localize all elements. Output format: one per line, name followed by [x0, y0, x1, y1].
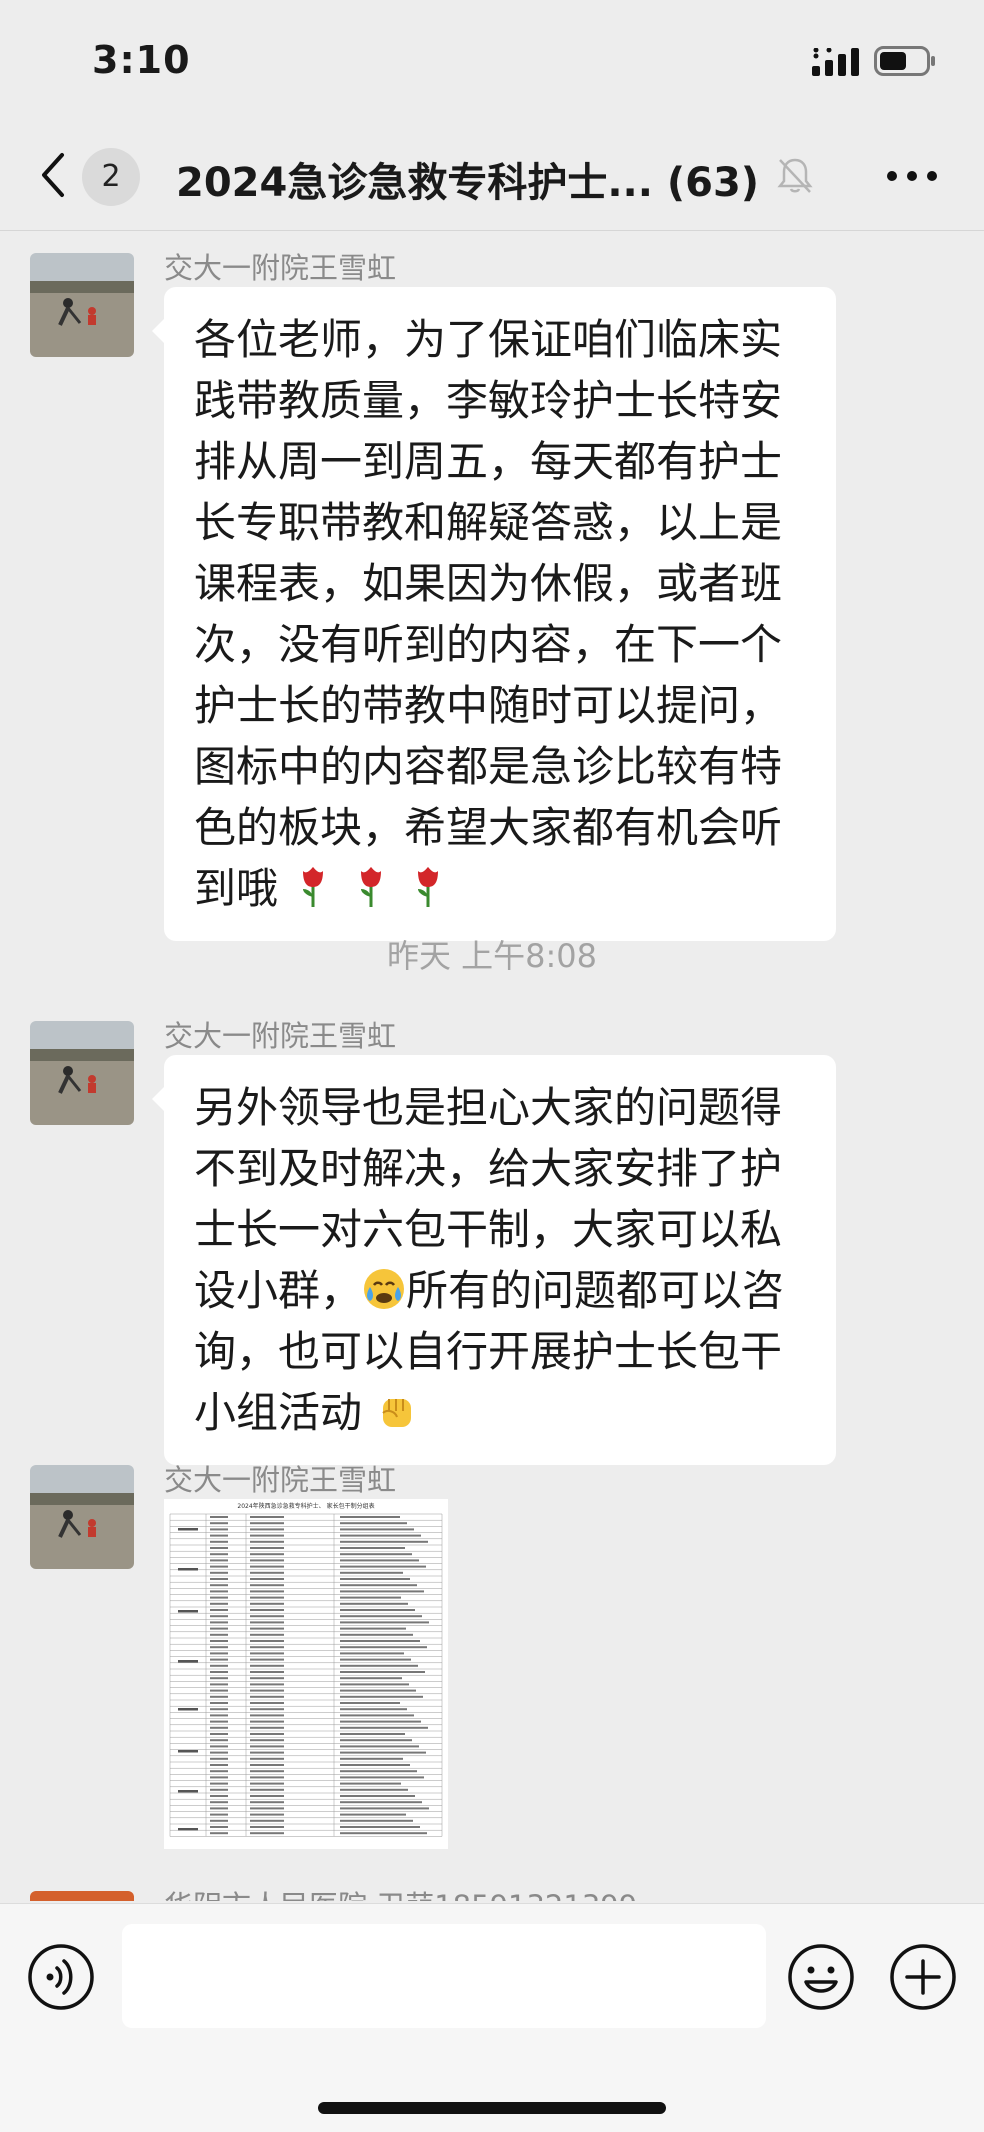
message-bubble[interactable]: 另外领导也是担心大家的问题得 不到及时解决，给大家安排了护 士长一对六包干制，大…	[152, 1055, 836, 1465]
message-line: 另外领导也是担心大家的问题得	[194, 1083, 783, 1132]
status-time: 3:10	[92, 38, 191, 82]
crying-face-emoji	[364, 1269, 405, 1309]
message-list[interactable]: 交大一附院王雪虹 各位老师，为了保证咱们临床实 践带教质量，李敏玲护士长特安 排…	[0, 231, 984, 1901]
emoji-smile-icon[interactable]	[786, 1942, 856, 2012]
message-line: 士长一对六包干制，大家可以私	[194, 1205, 783, 1254]
bell-off-icon	[777, 158, 813, 193]
chevron-left-icon[interactable]	[38, 150, 68, 200]
more-dots-icon[interactable]	[884, 168, 940, 184]
message-line: 次，没有听到的内容，在下一个	[194, 620, 783, 669]
message-line: 排从周一到周五，每天都有护士	[194, 437, 783, 486]
rose-emoji	[418, 867, 439, 907]
sender-name: 华阴市人民医院 卫萌18591321399	[164, 1883, 637, 1901]
avatar[interactable]	[30, 1021, 134, 1125]
home-indicator	[318, 2102, 666, 2114]
message-line: 践带教质量，李敏玲护士长特安	[194, 376, 783, 425]
schedule-table-graphic	[169, 1513, 443, 1837]
input-bar	[0, 1903, 984, 2132]
message-line: 图标中的内容都是急诊比较有特	[194, 742, 783, 791]
message-text: 到哦	[194, 864, 279, 913]
message-bubble[interactable]: 各位老师，为了保证咱们临床实 践带教质量，李敏玲护士长特安 排从周一到周五，每天…	[152, 287, 836, 941]
message-line: 课程表，如果因为休假，或者班	[194, 559, 783, 608]
avatar[interactable]	[30, 1891, 134, 1901]
unread-count-badge[interactable]: 2	[82, 148, 140, 206]
message-input[interactable]	[122, 1924, 766, 2028]
avatar-photo	[30, 1465, 134, 1569]
chat-title: 2024急诊急救专科护士... (63)	[176, 160, 760, 206]
avatar[interactable]	[30, 253, 134, 357]
message-line: 各位老师，为了保证咱们临床实	[194, 315, 783, 364]
chat-header: 2 2024急诊急救专科护士... (63)	[0, 120, 984, 231]
time-separator: 昨天 上午8:08	[386, 937, 598, 975]
rose-emoji	[303, 867, 324, 907]
message-line-last: 小组活动	[194, 1382, 810, 1443]
cellular-signal-icon	[812, 48, 859, 76]
message-text: 设小群，	[194, 1266, 363, 1315]
fist-emoji	[382, 1399, 412, 1427]
message-line-last: 到哦	[194, 858, 810, 919]
voice-icon[interactable]	[26, 1942, 96, 2012]
message-text: 所有的问题都可以咨	[406, 1266, 785, 1315]
avatar[interactable]	[30, 1465, 134, 1569]
status-bar: 3:10	[0, 0, 984, 120]
sender-name: 交大一附院王雪虹	[164, 1019, 397, 1053]
message-line: 色的板块，希望大家都有机会听	[194, 803, 783, 852]
plus-icon[interactable]	[888, 1942, 958, 2012]
battery-icon	[874, 46, 935, 76]
message-line: 不到及时解决，给大家安排了护	[194, 1144, 783, 1193]
message-line-mixed: 设小群， 所有的问题都可以咨	[194, 1260, 810, 1321]
image-caption: 2024年陕西急诊急救专科护士、 家长包干制分组表	[237, 1503, 375, 1510]
message-line: 长专职带教和解疑答惑，以上是	[194, 498, 783, 547]
sender-name: 交大一附院王雪虹	[164, 251, 397, 285]
avatar-photo	[30, 253, 134, 357]
message-text: 小组活动	[194, 1388, 363, 1437]
schedule-image[interactable]: 2024年陕西急诊急救专科护士、 家长包干制分组表	[164, 1499, 448, 1849]
message-line: 护士长的带教中随时可以提问，	[194, 681, 783, 730]
sender-name: 交大一附院王雪虹	[164, 1463, 397, 1497]
message-line: 询，也可以自行开展护士长包干	[194, 1327, 783, 1376]
rose-emoji	[360, 867, 381, 907]
avatar-photo	[30, 1021, 134, 1125]
